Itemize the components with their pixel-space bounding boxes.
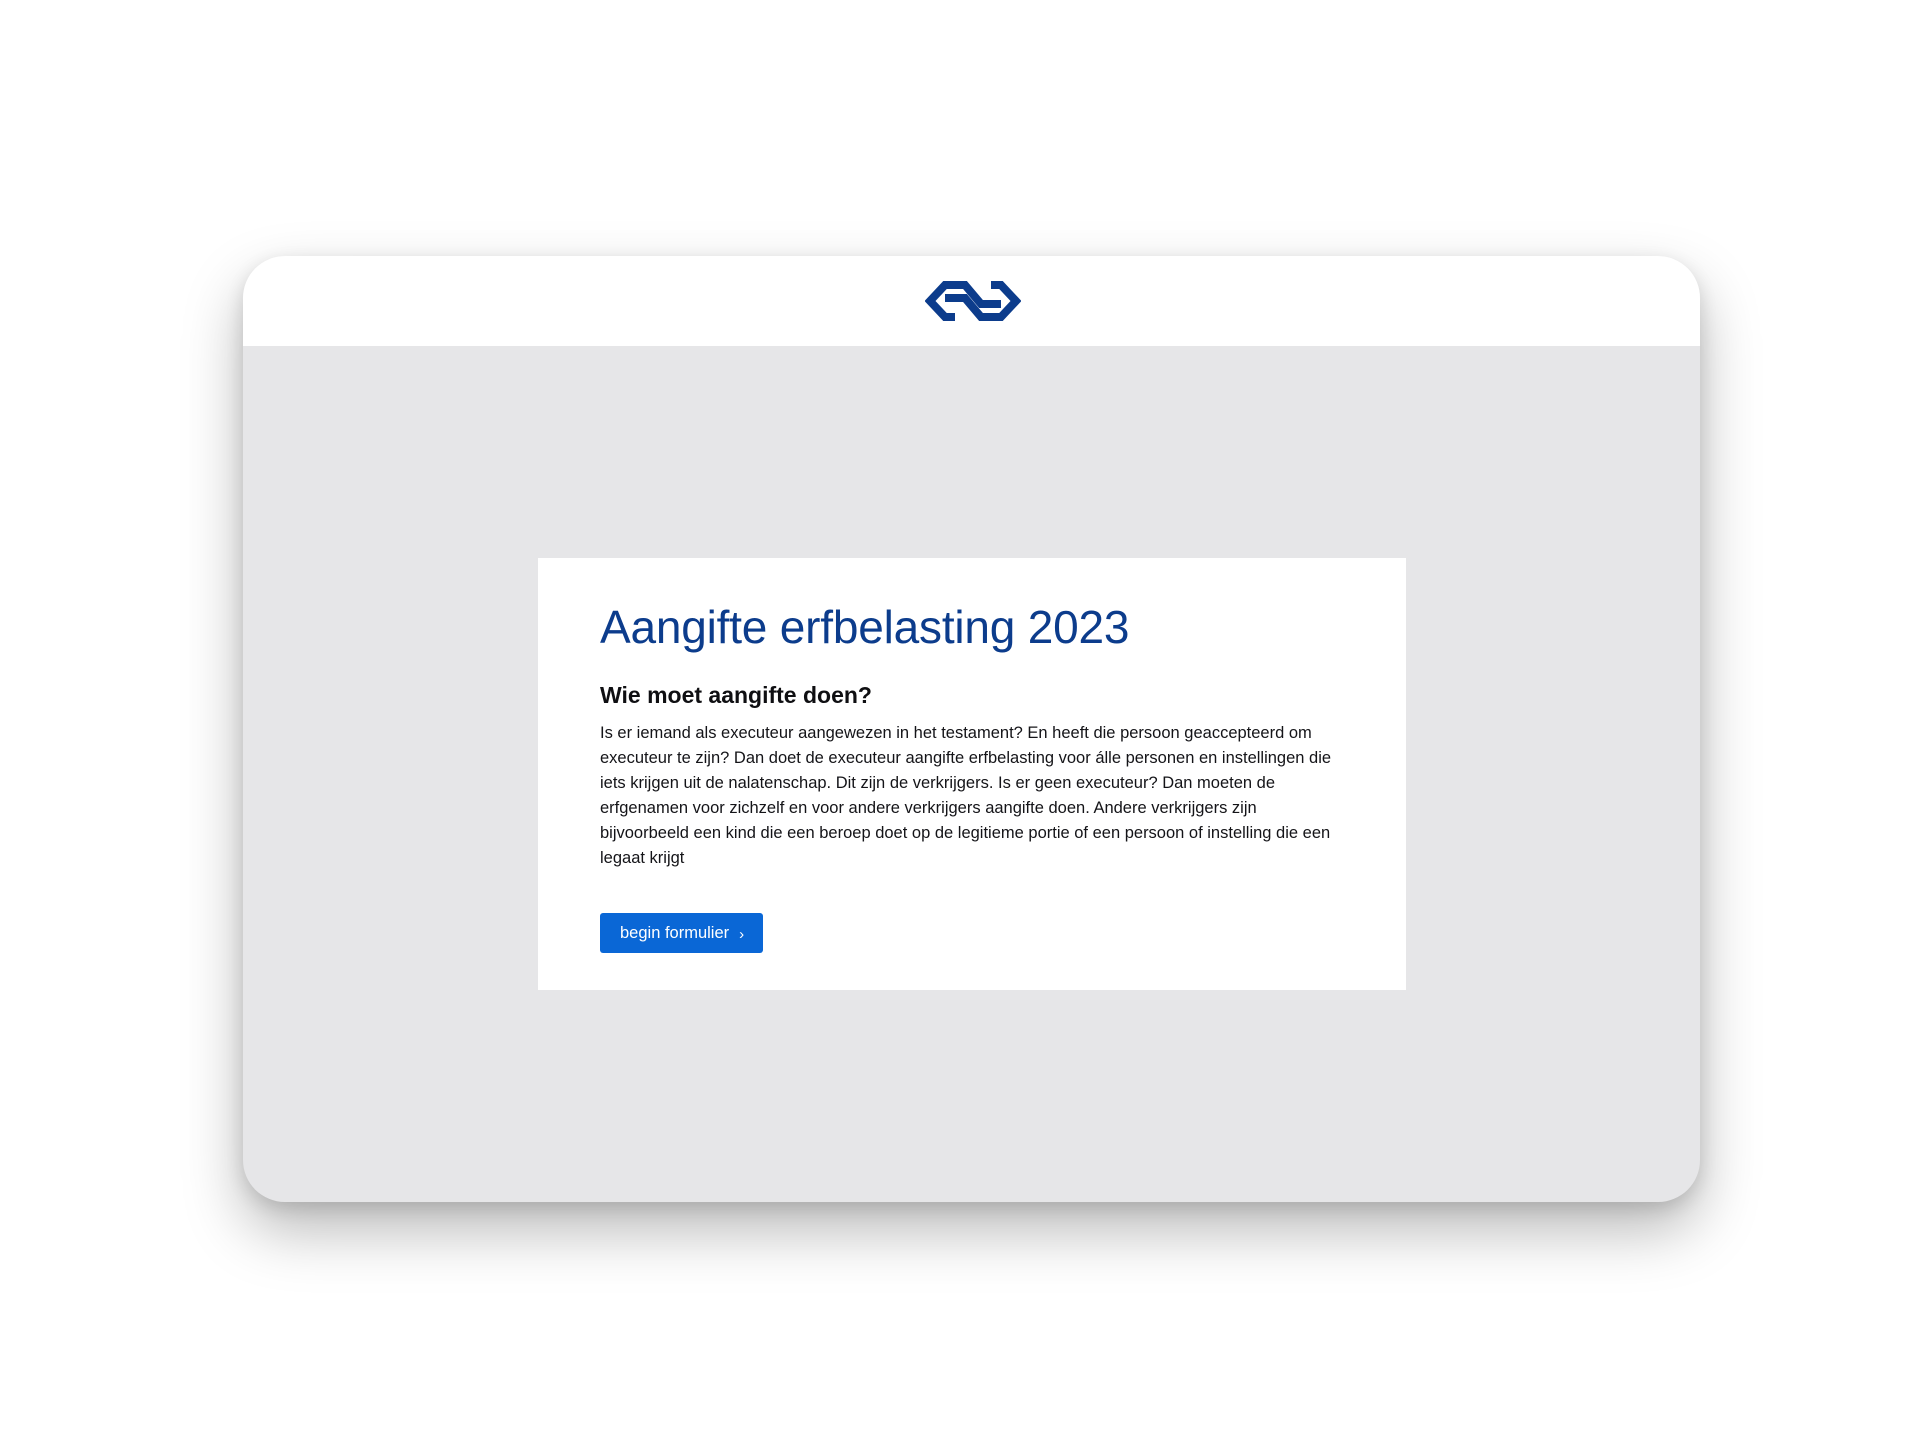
ns-logo-icon[interactable] (924, 278, 1021, 324)
app-header (243, 256, 1700, 346)
intro-card: Aangifte erfbelasting 2023 Wie moet aang… (538, 558, 1406, 990)
app-window: Aangifte erfbelasting 2023 Wie moet aang… (243, 256, 1700, 1202)
intro-paragraph: Is er iemand als executeur aangewezen in… (600, 724, 1332, 867)
section-heading: Wie moet aangifte doen? (600, 682, 872, 708)
page-title: Aangifte erfbelasting 2023 (600, 601, 1130, 653)
chevron-right-icon: › (739, 925, 745, 943)
begin-form-button-label: begin formulier (620, 923, 730, 942)
begin-form-button[interactable]: begin formulier › (600, 913, 764, 953)
